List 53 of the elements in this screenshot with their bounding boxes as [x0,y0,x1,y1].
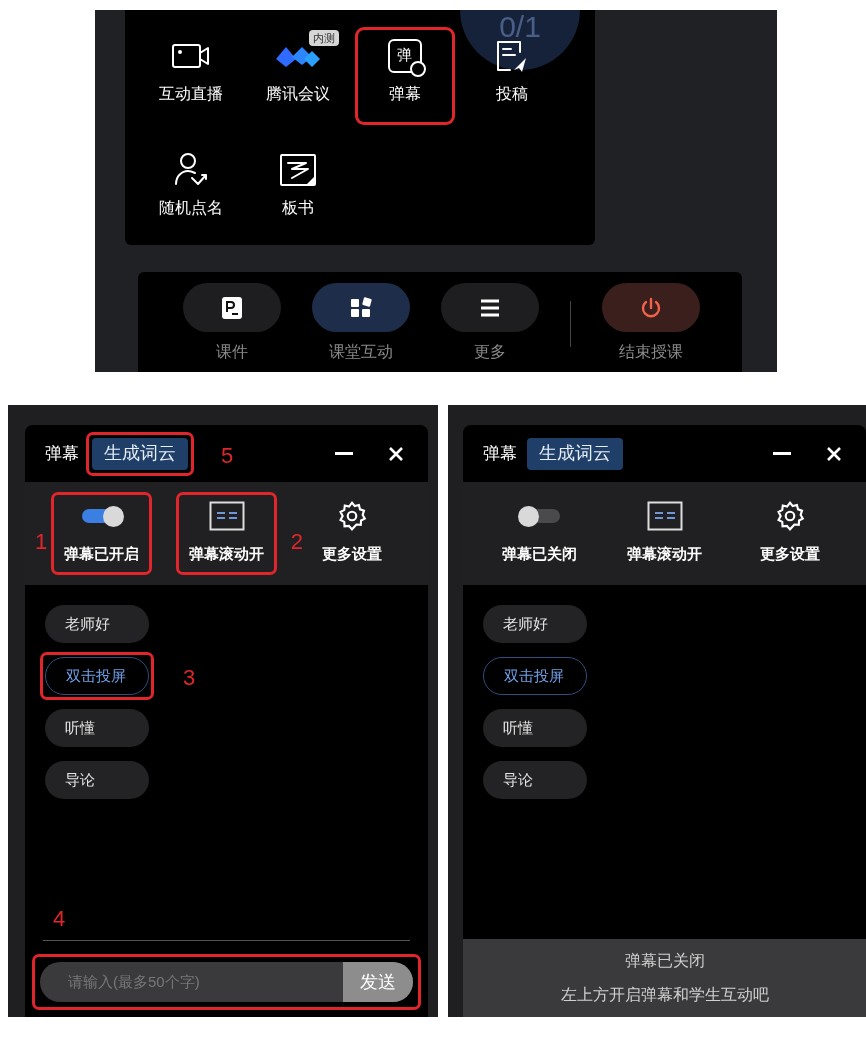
camera-icon [170,41,211,71]
toolbar-button[interactable] [183,283,281,332]
phrase-chip[interactable]: 双击投屏 [45,657,149,695]
phrase-chip[interactable]: 听懂 [45,709,149,747]
minimize-icon [773,451,791,456]
word-cloud-tab[interactable]: 生成词云 [92,437,188,470]
menu-icon [480,298,500,317]
scribble-board-icon [277,152,318,188]
window-title: 弹幕 [483,442,517,465]
toggle-control[interactable]: 弹幕已开启 [54,495,149,572]
close-icon [826,445,842,462]
phrase-chip[interactable]: 老师好 [45,605,149,643]
close-icon [388,445,404,462]
scroll-control[interactable]: 弹幕滚动开 [617,495,712,572]
toolbar-label: 更多 [474,342,506,362]
tool-button[interactable]: 互动直播 [143,30,238,122]
window-title: 弹幕 [45,442,79,465]
scroll-text-icon [208,501,245,532]
scroll-control[interactable]: 弹幕滚动开 [179,495,274,572]
toolbar-button[interactable] [441,283,539,332]
toolbar-label: 课堂互动 [329,342,393,362]
power-icon [640,296,662,319]
callout-number: 5 [221,441,234,470]
scroll-text-icon [646,501,683,532]
callout-number: 1 [35,528,48,557]
icon-glyph: 弹 [397,46,412,62]
settings-control[interactable]: 更多设置 [749,495,830,572]
document-p-icon [222,296,242,319]
phrase-chip[interactable]: 双击投屏 [483,657,587,695]
tool-button[interactable]: 板书 [250,144,345,236]
phrase-chip[interactable]: 导论 [483,761,587,799]
toggle-control[interactable]: 弹幕已关闭 [492,495,587,572]
callout-number: 2 [290,528,303,557]
tool-button[interactable]: 随机点名 [143,144,238,236]
minimize-icon [335,451,353,456]
tool-button[interactable]: 弹 弹幕 [357,30,452,122]
callout-number: 4 [53,905,66,933]
toolbar-button[interactable] [312,283,410,332]
settings-control[interactable]: 更多设置 [311,495,392,572]
toggle-switch[interactable] [517,506,562,527]
phrase-chip[interactable]: 导论 [45,761,149,799]
badge: 内测 [308,30,339,46]
notice-text: 左上方开启弹幕和学生互动吧 [560,985,769,1005]
phrase-chip[interactable]: 听懂 [483,709,587,747]
word-cloud-tab[interactable]: 生成词云 [527,437,623,470]
toolbar-label: 课件 [216,342,248,362]
counter-text: 0/1 [499,12,541,42]
apps-grid-icon [350,296,372,319]
toolbar-label: 结束授课 [619,342,683,362]
callout-number: 3 [183,664,196,692]
phrase-chip[interactable]: 老师好 [483,605,587,643]
notice-text: 弹幕已关闭 [624,951,705,971]
tool-button[interactable]: 内测 腾讯会议 [250,30,345,122]
